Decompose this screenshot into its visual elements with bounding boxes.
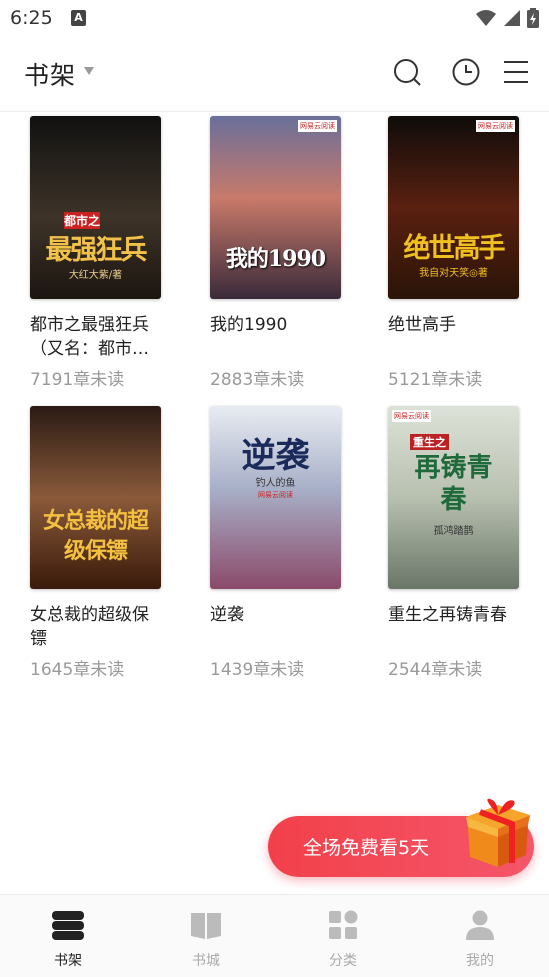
cover-badge: 网易云阅读 bbox=[392, 410, 431, 422]
book-cover[interactable]: 网易云阅读 重生之 再铸青春 孤鸿踏鹊 bbox=[388, 406, 519, 589]
cover-title: 最强狂兵 bbox=[45, 235, 148, 266]
battery-icon bbox=[527, 8, 539, 28]
book-cover[interactable]: 网易云阅读 绝世高手 我自对天笑◎著 bbox=[388, 116, 519, 299]
signal-icon bbox=[504, 10, 520, 26]
unread-count: 5121章未读 bbox=[388, 370, 483, 390]
shelf-dropdown-caret-icon[interactable] bbox=[84, 67, 94, 75]
unread-count: 7191章未读 bbox=[30, 370, 125, 390]
book-title: 逆袭 bbox=[210, 605, 244, 625]
cover-badge: 网易云阅读 bbox=[476, 120, 515, 132]
status-icons bbox=[475, 8, 539, 28]
nav-label: 书架 bbox=[54, 953, 82, 969]
profile-icon bbox=[466, 910, 494, 940]
book-title: 重生之再铸青春 bbox=[388, 605, 507, 625]
nav-bookshelf[interactable]: 书架 bbox=[28, 909, 108, 970]
status-time: 6:25 bbox=[10, 7, 53, 29]
book-icon bbox=[191, 913, 221, 939]
unread-count: 1439章未读 bbox=[210, 660, 305, 680]
cover-author: 大红大紫/著 bbox=[68, 270, 123, 281]
menu-icon[interactable] bbox=[502, 57, 530, 87]
app-header: 书架 bbox=[0, 38, 549, 112]
cover-subtitle: 都市之 bbox=[64, 212, 101, 229]
book-item[interactable]: 逆袭 钓人的鱼 网易云阅读 逆袭 1439章未读 bbox=[210, 406, 350, 680]
book-title: 我的1990 bbox=[210, 315, 288, 335]
gift-box-icon[interactable] bbox=[462, 797, 534, 869]
cover-author: 孤鸿踏鹊 bbox=[433, 526, 474, 537]
book-item[interactable]: 网易云阅读 重生之 再铸青春 孤鸿踏鹊 重生之再铸青春 2544章未读 bbox=[388, 406, 528, 680]
book-item[interactable]: 都市之 最强狂兵 大红大紫/著 都市之最强狂兵（又名：都市… 7191章未读 bbox=[30, 116, 170, 390]
cover-badge: 网易云阅读 bbox=[258, 491, 293, 499]
unread-count: 2544章未读 bbox=[388, 660, 483, 680]
book-title: 女总裁的超级保镖 bbox=[30, 605, 149, 649]
cover-badge: 网易云阅读 bbox=[298, 120, 337, 132]
notification-icon: A bbox=[71, 10, 86, 26]
cover-title: 再铸青春 bbox=[414, 453, 493, 515]
nav-category[interactable]: 分类 bbox=[303, 909, 383, 970]
wifi-icon bbox=[476, 10, 496, 26]
book-item[interactable]: 女总裁的超级保镖 女总裁的超级保镖 1645章未读 bbox=[30, 406, 170, 680]
cover-title: 绝世高手 bbox=[403, 233, 506, 264]
history-clock-icon[interactable] bbox=[451, 57, 481, 87]
nav-label: 书城 bbox=[192, 953, 220, 969]
status-bar: 6:25 A bbox=[0, 0, 549, 38]
cover-subtitle: 重生之 bbox=[410, 434, 449, 450]
nav-label: 我的 bbox=[466, 953, 494, 969]
book-cover[interactable]: 都市之 最强狂兵 大红大紫/著 bbox=[30, 116, 161, 299]
book-title: 都市之最强狂兵（又名：都市… bbox=[30, 315, 149, 359]
cover-title: 逆袭 bbox=[241, 436, 310, 476]
cover-subtitle: 钓人的鱼 bbox=[255, 478, 296, 489]
nav-bookstore[interactable]: 书城 bbox=[166, 909, 246, 970]
page-title[interactable]: 书架 bbox=[24, 56, 76, 92]
search-icon[interactable] bbox=[392, 57, 422, 87]
book-item[interactable]: 网易云阅读 绝世高手 我自对天笑◎著 绝世高手 5121章未读 bbox=[388, 116, 528, 390]
book-cover[interactable]: 网易云阅读 我的1990 bbox=[210, 116, 341, 299]
cover-title: 女总裁的超级保镖 bbox=[42, 508, 149, 564]
cover-author: 我自对天笑◎著 bbox=[419, 268, 488, 279]
unread-count: 2883章未读 bbox=[210, 370, 305, 390]
bookshelf-icon bbox=[52, 911, 84, 940]
bottom-navigation: 书架 书城 分类 我的 bbox=[0, 894, 549, 977]
book-title: 绝世高手 bbox=[388, 315, 456, 335]
category-icon bbox=[329, 910, 358, 939]
book-cover[interactable]: 女总裁的超级保镖 bbox=[30, 406, 161, 589]
promo-label: 全场免费看5天 bbox=[303, 837, 430, 859]
nav-label: 分类 bbox=[329, 953, 357, 969]
book-cover[interactable]: 逆袭 钓人的鱼 网易云阅读 bbox=[210, 406, 341, 589]
unread-count: 1645章未读 bbox=[30, 660, 125, 680]
book-item[interactable]: 网易云阅读 我的1990 我的1990 2883章未读 bbox=[210, 116, 350, 390]
nav-profile[interactable]: 我的 bbox=[440, 909, 520, 970]
cover-title: 我的1990 bbox=[225, 246, 326, 272]
